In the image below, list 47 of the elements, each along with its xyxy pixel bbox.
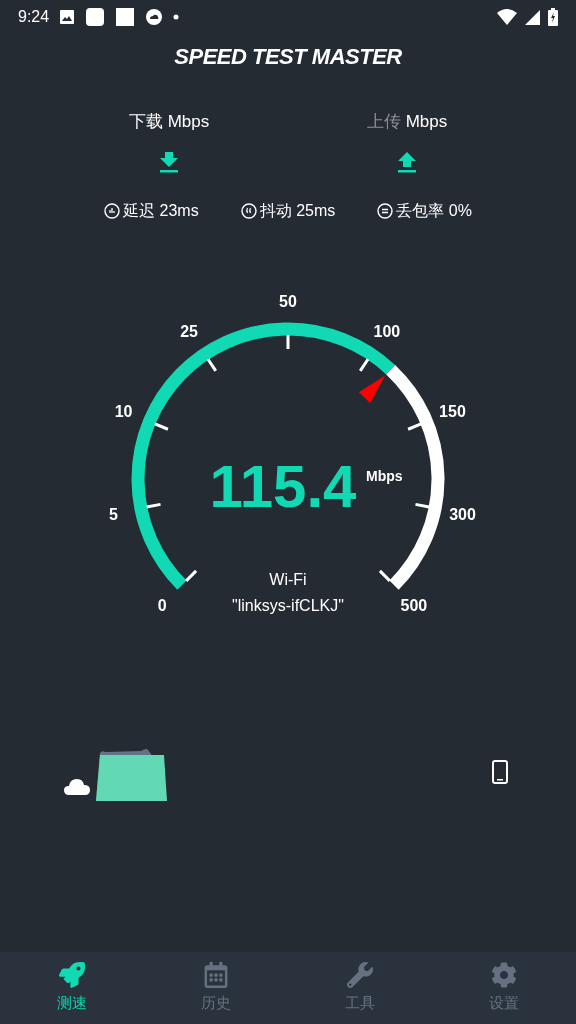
signal-icon — [525, 9, 540, 25]
gauge-tick-label: 500 — [400, 596, 428, 614]
settings-icon — [491, 961, 517, 988]
gauge-needle — [358, 375, 386, 403]
nav-tab[interactable]: 历史 — [144, 952, 288, 1024]
app-title: SPEED TEST MASTER — [174, 43, 402, 71]
nav-tab[interactable]: 设置 — [432, 952, 576, 1024]
stat-text: 丢包率 0% — [396, 200, 472, 221]
stat-text: 抖动 25ms — [259, 200, 336, 221]
speed-value: 115.4 — [209, 452, 357, 520]
gauge-tick-label: 25 — [180, 322, 198, 340]
gauge-tick-label: 100 — [373, 322, 401, 340]
upload-arrow-icon — [397, 150, 417, 173]
wifi-icon — [497, 9, 517, 25]
gauge-tick-label: 0 — [157, 596, 167, 614]
download-arrow-icon — [159, 150, 179, 173]
jitter-icon — [240, 202, 257, 219]
phone-icon — [492, 759, 508, 784]
app-notification-icon — [85, 7, 106, 27]
rocket-icon — [59, 961, 85, 988]
network-name: "linksys-ifCLKJ" — [232, 596, 344, 614]
cloud-icon — [145, 8, 164, 26]
network-type: Wi-Fi — [269, 570, 307, 588]
calendar-icon — [203, 961, 229, 988]
gauge-tick-label: 50 — [279, 292, 297, 310]
status-time: 9:24 — [18, 7, 50, 27]
packet-loss-icon — [377, 202, 394, 219]
wrench-icon — [347, 961, 373, 988]
dot-icon — [173, 14, 180, 20]
nav-tab[interactable]: 测速 — [0, 952, 144, 1024]
nav-tab[interactable]: 工具 — [288, 952, 432, 1024]
gauge-tick-label: 10 — [114, 402, 133, 420]
gauge-tick-label: 150 — [439, 402, 466, 420]
ping-icon — [104, 202, 121, 219]
speed-graph — [96, 748, 168, 801]
gauge-tick-label: 300 — [449, 505, 476, 523]
image-icon — [59, 9, 76, 25]
direction-label: 上传 — [366, 111, 401, 133]
gauge-tick-label: 5 — [108, 505, 118, 523]
direction-unit: Mbps — [405, 111, 448, 133]
cloud-icon — [64, 777, 90, 795]
direction-label: 下载 — [128, 111, 163, 133]
battery-icon — [548, 8, 558, 26]
app-notification-icon — [115, 7, 136, 27]
speed-unit: Mbps — [366, 467, 403, 484]
stat-text: 延迟 23ms — [123, 200, 199, 221]
direction-unit: Mbps — [167, 111, 210, 133]
